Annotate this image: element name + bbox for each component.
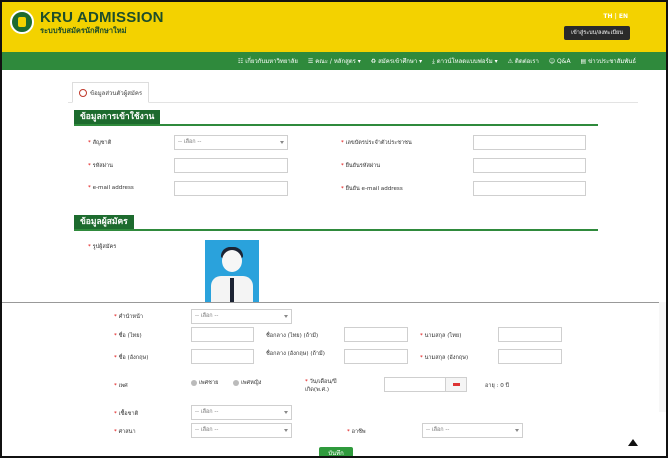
brand-title: KRU ADMISSION	[40, 9, 164, 26]
lname-th-input[interactable]	[498, 327, 562, 342]
screenshot-divider	[2, 302, 666, 303]
nav-item-contact[interactable]: ⚠ ติดต่อเรา	[508, 56, 539, 66]
confirm-password-label: * ยืนยันรหัสผ่าน	[341, 163, 381, 169]
prefix-select[interactable]: -- เลือก --	[191, 309, 292, 324]
occupation-select[interactable]: -- เลือก --	[422, 423, 523, 438]
fname-th-label: * ชื่อ (ไทย)	[114, 333, 142, 339]
brand-subtitle: ระบบรับสมัครนักศึกษาใหม่	[40, 26, 127, 35]
ethnicity-select[interactable]: -- เลือก --	[191, 405, 292, 420]
nav-item-faculty[interactable]: ☰ คณะ / หลักสูตร ▾	[308, 56, 361, 66]
radio-female[interactable]	[233, 379, 239, 386]
nav-item-news[interactable]: ▤ ข่าวประชาสัมพันธ์	[581, 56, 636, 66]
occupation-label: * อาชีพ	[347, 429, 366, 435]
brand: KRU ADMISSION ระบบรับสมัครนักศึกษาใหม่	[40, 9, 164, 36]
gender-label: * เพศ	[114, 383, 128, 389]
nav-item-apply[interactable]: ♻ สมัครเข้าศึกษา ▾	[371, 56, 422, 66]
password-label: * รหัสผ่าน	[88, 163, 113, 169]
user-icon	[79, 88, 87, 97]
avatar-head	[222, 250, 242, 272]
university-logo-icon	[10, 10, 34, 34]
nationality-label: * สัญชาติ	[88, 140, 112, 146]
gender-male-option[interactable]: เพศชาย	[191, 379, 218, 387]
idcard-input[interactable]	[473, 135, 586, 150]
age-text: อายุ : 0 ปี	[485, 383, 510, 389]
confirm-email-input[interactable]	[473, 181, 586, 196]
religion-select[interactable]: -- เลือก --	[191, 423, 292, 438]
language-switch[interactable]: TH | EN	[603, 13, 628, 20]
photo-label: * รูปผู้สมัคร	[88, 244, 117, 250]
password-input[interactable]	[174, 158, 288, 173]
religion-label: * ศาสนา	[114, 429, 136, 435]
scrollbar[interactable]	[659, 302, 666, 412]
prefix-label: * คำนำหน้า	[114, 314, 144, 320]
dob-input[interactable]	[384, 377, 446, 392]
section-applicant-title: ข้อมูลผู้สมัคร	[74, 215, 134, 229]
nationality-select[interactable]: -- เลือก --	[174, 135, 288, 150]
section-login-title: ข้อมูลการเข้าใช้งาน	[74, 110, 161, 124]
fname-th-input[interactable]	[191, 327, 254, 342]
email-input[interactable]	[174, 181, 288, 196]
email-label: * e-mail address	[88, 185, 134, 191]
section-applicant-header: ข้อมูลผู้สมัคร	[74, 215, 598, 231]
section-login-header: ข้อมูลการเข้าใช้งาน	[74, 110, 598, 126]
tab-personal-info[interactable]: ข้อมูลส่วนตัวผู้สมัคร	[72, 82, 150, 103]
site-header: KRU ADMISSION ระบบรับสมัครนักศึกษาใหม่ T…	[2, 2, 666, 52]
fname-en-label: * ชื่อ (อังกฤษ)	[114, 355, 149, 361]
lname-en-input[interactable]	[498, 349, 562, 364]
dob-label: * วัน/เดือน/ปีเกิด(พ.ศ.)	[305, 379, 337, 393]
mname-en-label: ชื่อกลาง (อังกฤษ) (ถ้ามี)	[266, 351, 325, 357]
scroll-top-icon[interactable]	[628, 439, 638, 446]
mname-en-input[interactable]	[344, 349, 408, 364]
applicant-photo[interactable]	[205, 240, 259, 302]
gender-female-option[interactable]: เพศหญิง	[233, 379, 261, 387]
nav-item-qa[interactable]: ☺ Q&A	[549, 58, 571, 65]
save-button[interactable]: บันทึก	[319, 447, 353, 456]
nav-item-download[interactable]: ⤓ ดาวน์โหลดแบบฟอร์ม ▾	[432, 56, 497, 66]
mname-th-label: ชื่อกลาง (ไทย) (ถ้ามี)	[266, 333, 319, 339]
avatar-tie	[230, 278, 234, 302]
page-frame: KRU ADMISSION ระบบรับสมัครนักศึกษาใหม่ T…	[0, 0, 668, 458]
radio-male[interactable]	[191, 379, 197, 386]
mname-th-input[interactable]	[344, 327, 408, 342]
confirm-password-input[interactable]	[473, 158, 586, 173]
calendar-icon[interactable]	[445, 377, 467, 392]
ethnicity-label: * เชื้อชาติ	[114, 411, 139, 417]
login-register-button[interactable]: เข้าสู่ระบบ/ลงทะเบียน	[564, 26, 630, 40]
lname-en-label: * นามสกุล (อังกฤษ)	[420, 355, 469, 361]
idcard-label: * เลขบัตรประจำตัวประชาชน	[341, 140, 412, 146]
confirm-email-label: * ยืนยัน e-mail address	[341, 186, 403, 192]
tab-label: ข้อมูลส่วนตัวผู้สมัคร	[90, 89, 143, 97]
main-nav: ☷ เกี่ยวกับมหาวิทยาลัย ☰ คณะ / หลักสูตร …	[2, 52, 666, 70]
fname-en-input[interactable]	[191, 349, 254, 364]
tab-bar: ข้อมูลส่วนตัวผู้สมัคร	[68, 74, 638, 103]
lname-th-label: * นามสกุล (ไทย)	[420, 333, 462, 339]
nav-item-about[interactable]: ☷ เกี่ยวกับมหาวิทยาลัย	[238, 56, 298, 66]
